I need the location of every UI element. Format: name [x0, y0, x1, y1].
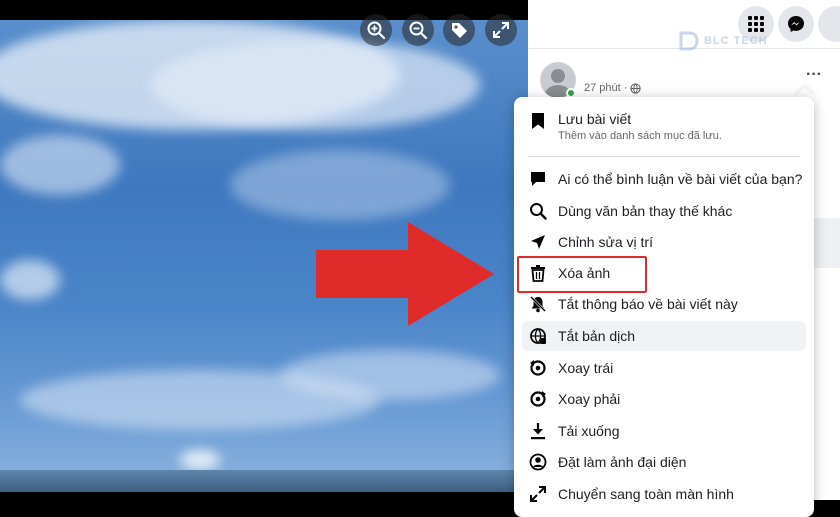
comment-icon [528, 169, 548, 189]
red-arrow-annotation [316, 222, 494, 326]
red-highlight-annotation [517, 256, 647, 293]
menu-item-make-profile-picture[interactable]: Đặt làm ảnh đại diện [522, 447, 806, 477]
globe-icon [630, 82, 642, 94]
more-options-button[interactable]: ··· [802, 67, 826, 88]
menu-item-turn-off-translation[interactable]: Tắt bản dịch [522, 321, 806, 351]
menu-item-label: Ai có thể bình luận về bài viết của bạn? [558, 171, 803, 187]
menu-item-download[interactable]: Tải xuống [522, 416, 806, 446]
globe-translate-icon [528, 326, 548, 346]
sea-horizon [0, 470, 528, 492]
zoom-out-button[interactable] [402, 14, 434, 46]
menu-item-label: Tải xuống [558, 423, 620, 439]
messenger-icon [788, 16, 804, 32]
menu-item-label: Tắt bản dịch [558, 328, 636, 344]
expand-icon [528, 484, 548, 504]
zoom-in-button[interactable] [360, 14, 392, 46]
menu-item-sublabel: Thêm vào danh sách mục đã lưu. [558, 130, 722, 142]
menu-item-turn-off-notifications[interactable]: Tắt thông báo về bài viết này [522, 289, 806, 319]
tag-icon [452, 23, 467, 38]
menu-item-label: Xoay phải [558, 391, 621, 407]
menu-item-label: Chỉnh sửa vị trí [558, 234, 653, 250]
menu-item-rotate-left[interactable]: Xoay trái [522, 353, 806, 383]
menu-item-label: Lưu bài viết [558, 111, 632, 127]
post-time[interactable]: 27 phút · [584, 82, 642, 94]
menu-item-label: Dùng văn bản thay thế khác [558, 203, 733, 219]
menu-item-rotate-right[interactable]: Xoay phải [522, 384, 806, 414]
menu-item-alt-text[interactable]: Dùng văn bản thay thế khác [522, 196, 806, 226]
download-icon [528, 421, 548, 441]
menu-item-label: Xoay trái [558, 360, 614, 376]
photo-viewer [0, 0, 528, 500]
zoom-in-icon [367, 21, 386, 40]
post-header: 27 phút · ··· [540, 62, 830, 102]
menu-item-edit-location[interactable]: Chỉnh sửa vị trí [522, 227, 806, 257]
watermark-text: BLC TECH [704, 35, 768, 47]
menu-divider [528, 156, 800, 157]
watermark: BLC TECH [678, 26, 768, 56]
top-bar: BLC TECH [528, 0, 840, 51]
menu-item-label: Tắt thông báo về bài viết này [558, 296, 738, 312]
search-icon [528, 201, 548, 221]
bookmark-icon [528, 111, 548, 131]
rotate-left-icon [528, 358, 548, 378]
profile-icon [528, 452, 548, 472]
messenger-button[interactable] [778, 6, 814, 42]
location-arrow-icon [528, 232, 548, 252]
menu-item-save-post[interactable]: Lưu bài viết Thêm vào danh sách mục đã l… [522, 107, 806, 149]
tag-button[interactable] [443, 14, 475, 46]
account-button[interactable] [818, 6, 840, 42]
menu-item-enter-fullscreen[interactable]: Chuyển sang toàn màn hình [522, 479, 806, 509]
bell-off-icon [528, 294, 548, 314]
fullscreen-button[interactable] [485, 14, 517, 46]
rotate-right-icon [528, 389, 548, 409]
zoom-out-icon [409, 21, 428, 40]
fullscreen-icon [493, 22, 509, 38]
post-options-menu: Lưu bài viết Thêm vào danh sách mục đã l… [514, 97, 814, 517]
menu-item-comment-settings[interactable]: Ai có thể bình luận về bài viết của bạn? [522, 164, 806, 194]
post-time-text: 27 phút [584, 82, 621, 94]
menu-item-label: Đặt làm ảnh đại diện [558, 454, 687, 470]
watermark-logo-icon [679, 31, 699, 51]
